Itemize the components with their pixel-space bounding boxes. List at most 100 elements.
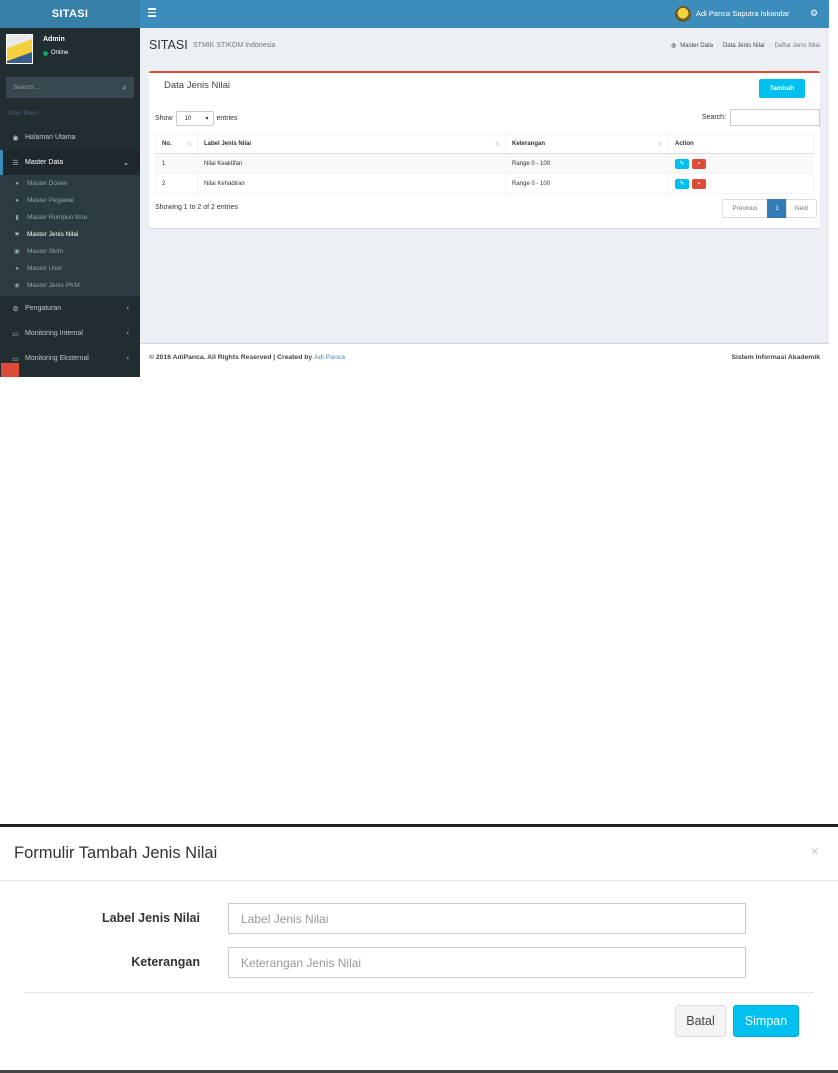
chevron-left-icon: ‹ — [126, 355, 129, 362]
sidebar-item-pengaturan[interactable]: ⚙ Pengaturan ‹ — [0, 296, 140, 321]
data-box: Data Jenis Nilai Tambah Show 10 ▾ entrie… — [149, 71, 820, 228]
pagination: Previous 1 Next — [722, 199, 817, 218]
submenu-item-label: Master Pegawai — [27, 197, 74, 204]
sidebar-toggle-icon[interactable] — [148, 8, 156, 20]
user-menu-name[interactable]: Adi Panca Saputra Iskandar — [696, 9, 789, 18]
cell-action: ✎ ▪ — [668, 173, 814, 194]
corner-logo-icon — [1, 363, 19, 377]
edit-button[interactable]: ✎ — [675, 178, 689, 189]
table-search-input[interactable] — [730, 109, 820, 126]
chevron-left-icon: ‹ — [126, 330, 129, 337]
cell-keterangan: Range 0 - 100 — [505, 153, 669, 174]
desktop-icon: ▭ — [12, 330, 19, 338]
submenu-item-master-jenis-nilai[interactable]: ✳ Master Jenis Nilai — [0, 226, 140, 243]
master-data-submenu: ● Master Dosen ● Master Pegawai ▮ Master… — [0, 175, 140, 296]
edit-icon: ✎ — [679, 181, 685, 187]
footer-copyright: © 2016 AdiPanca. All Rights Reserved | C… — [149, 354, 345, 361]
edit-button[interactable]: ✎ — [675, 158, 689, 169]
column-header-label[interactable]: Label Jenis Nilai ⇅ — [197, 134, 506, 154]
sidebar-item-monitoring-eksternal[interactable]: ▭ Monitoring Eksternal ‹ — [0, 346, 140, 371]
show-label: Show — [155, 115, 173, 122]
cell-label: Nilai Kehadiran — [197, 173, 506, 194]
cell-keterangan: Range 0 - 100 — [505, 173, 669, 194]
page-title: SITASI — [149, 38, 188, 52]
user-icon: ● — [15, 180, 19, 187]
control-sidebar-cogs-icon[interactable]: ⚙ — [810, 8, 818, 19]
search-icon[interactable]: ⌕ — [123, 83, 127, 93]
sidebar-item-master-data[interactable]: ☰ Master Data ⌄ — [0, 150, 140, 175]
content-wrapper: SITASI STMIK STIKOM Indonesia ◍ Master D… — [140, 28, 829, 377]
submenu-item-master-rumpun-ilmu[interactable]: ▮ Master Rumpun Ilmu — [0, 209, 140, 226]
book-icon: ▮ — [15, 215, 19, 221]
column-header-no[interactable]: No. ⇅ — [155, 134, 198, 154]
submenu-item-label: Master Jenis Nilai — [27, 231, 79, 238]
pagination-next[interactable]: Next — [786, 199, 817, 218]
sidebar-item-halaman-utama[interactable]: ◉ Halaman Utama — [0, 125, 140, 150]
cancel-button[interactable]: Batal — [675, 1005, 726, 1037]
cell-no: 2 — [155, 173, 198, 194]
entries-length-value: 10 — [184, 115, 192, 122]
keterangan-input[interactable]: Keterangan Jenis Nilai — [228, 947, 746, 978]
sidebar-item-label: Pengaturan — [25, 305, 62, 312]
add-button[interactable]: Tambah — [759, 79, 805, 98]
chevron-down-icon: ⌄ — [123, 159, 129, 167]
sidebar-search-input[interactable]: Search... ⌕ — [6, 77, 134, 98]
footer-copyright-text: © 2016 AdiPanca. All Rights Reserved | C… — [149, 354, 315, 361]
brand-logo[interactable]: SITASI — [0, 0, 140, 28]
app-screen: SITASI Adi Panca Saputra Iskandar ⚙ Admi… — [0, 0, 829, 377]
sidebar-search-placeholder: Search... — [13, 84, 40, 91]
breadcrumb-item[interactable]: Data Jenis Nilai — [723, 43, 765, 49]
submenu-item-label: Master Dosen — [27, 180, 68, 187]
footer-author-link[interactable]: Adi Panca — [314, 354, 345, 361]
column-header-keterangan[interactable]: Keterangan ⇅ — [505, 134, 669, 154]
submenu-item-master-user[interactable]: ● Master User — [0, 260, 140, 277]
user-panel: Admin Online — [0, 28, 140, 72]
cell-label: Nilai Keaktifan — [197, 153, 506, 174]
edit-icon: ✎ — [679, 161, 685, 167]
desktop-icon: ▭ — [12, 355, 19, 363]
user-icon: ● — [15, 265, 19, 272]
dashboard-icon: ◍ — [671, 43, 677, 49]
table-filter: Search: — [702, 109, 820, 126]
sidebar-item-label: Master Data — [25, 159, 64, 166]
close-icon[interactable]: × — [811, 843, 819, 859]
label-jenis-nilai-input[interactable]: Label Jenis Nilai — [228, 903, 746, 934]
delete-button[interactable]: ▪ — [692, 178, 706, 189]
table-info: Showing 1 to 2 of 2 entries — [155, 204, 238, 211]
jenis-nilai-table: No. ⇅ Label Jenis Nilai ⇅ Keterangan ⇅ Acti… — [155, 134, 814, 194]
user-panel-avatar — [6, 34, 33, 64]
entries-length-select[interactable]: 10 ▾ — [175, 111, 214, 126]
sidebar: Admin Online Search... ⌕ Main Menu ◉ Hal… — [0, 28, 140, 377]
submenu-item-label: Master Jenis PKM — [27, 282, 80, 289]
cubes-icon: ▣ — [14, 249, 20, 255]
sort-icon: ⇅ — [657, 142, 663, 148]
sidebar-item-label: Monitoring Eksternal — [25, 355, 89, 362]
save-button[interactable]: Simpan — [733, 1005, 799, 1037]
breadcrumb-separator: › — [716, 42, 719, 49]
keterangan-label: Keterangan — [131, 955, 200, 969]
submenu-item-label: Master Skim — [27, 248, 64, 255]
pagination-page-current[interactable]: 1 — [767, 199, 787, 218]
globe-icon: ◉ — [14, 283, 20, 289]
online-dot-icon — [43, 50, 48, 56]
submenu-item-master-pegawai[interactable]: ● Master Pegawai — [0, 192, 140, 209]
modal-header-divider — [0, 880, 838, 881]
submenu-item-label: Master User — [27, 265, 63, 272]
user-panel-name: Admin — [43, 36, 65, 43]
entries-label: entries — [216, 115, 238, 122]
submenu-item-master-skim[interactable]: ▣ Master Skim — [0, 243, 140, 260]
user-avatar[interactable] — [675, 6, 691, 22]
pagination-previous[interactable]: Previous — [722, 199, 768, 218]
label-jenis-nilai-label: Label Jenis Nilai — [102, 911, 200, 925]
breadcrumb-item[interactable]: Master Data — [680, 43, 713, 49]
sidebar-item-monitoring-internal[interactable]: ▭ Monitoring Internal ‹ — [0, 321, 140, 346]
page-subtitle: STMIK STIKOM Indonesia — [193, 42, 276, 49]
keterangan-placeholder: Keterangan Jenis Nilai — [241, 955, 362, 970]
footer-app-name: Sistem Informasi Akademik — [731, 354, 820, 361]
submenu-item-master-jenis-pkm[interactable]: ◉ Master Jenis PKM — [0, 277, 140, 294]
breadcrumb: ◍ Master Data › Data Jenis Nilai › Dafta… — [671, 42, 820, 50]
database-icon: ☰ — [12, 159, 19, 167]
submenu-item-master-dosen[interactable]: ● Master Dosen — [0, 175, 140, 192]
cell-action: ✎ ▪ — [668, 153, 814, 174]
delete-button[interactable]: ▪ — [692, 158, 706, 169]
